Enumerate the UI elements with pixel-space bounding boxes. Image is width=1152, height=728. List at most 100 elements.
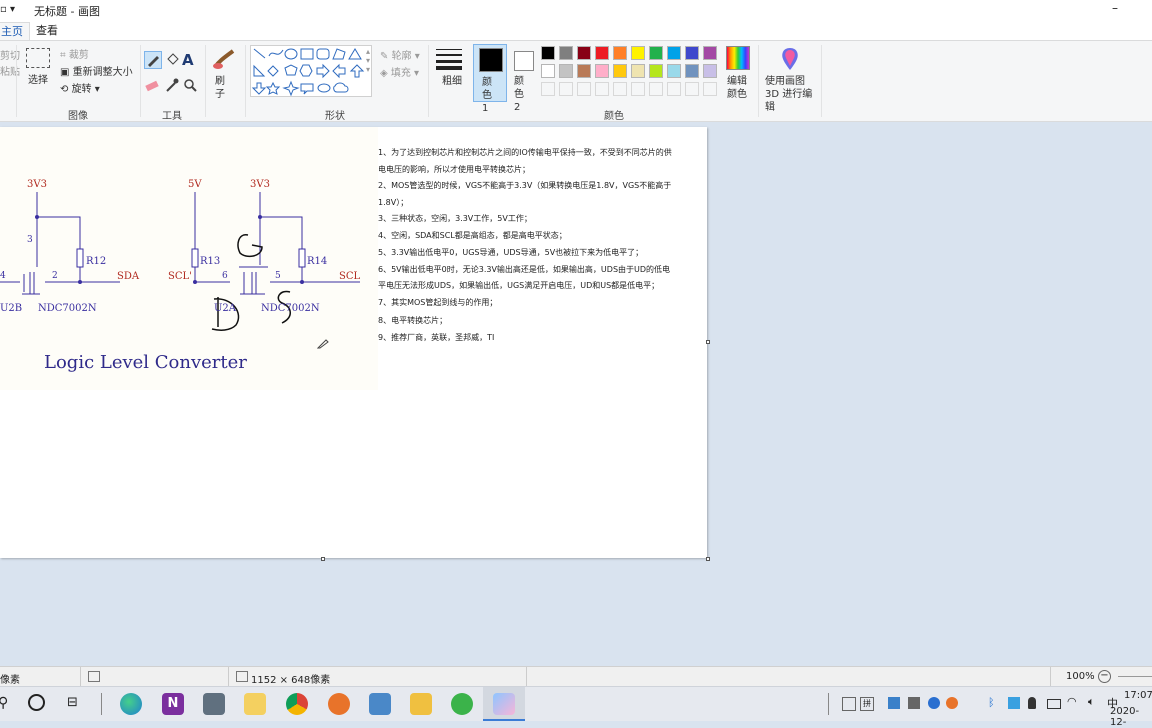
palette-swatch[interactable] xyxy=(541,46,555,60)
quick-access-icon[interactable]: ▫ ▾ xyxy=(0,4,15,15)
palette-swatch[interactable] xyxy=(649,46,663,60)
palette-swatch[interactable] xyxy=(559,46,573,60)
microphone-icon[interactable] xyxy=(1028,697,1036,709)
shapes-scroll-icon[interactable]: ▴ ▾ ▾ xyxy=(366,47,370,74)
label-r14: R14 xyxy=(307,256,328,267)
palette-swatch[interactable] xyxy=(541,64,555,78)
pencil-icon[interactable] xyxy=(144,51,162,69)
wifi-icon[interactable]: ◠ xyxy=(1067,695,1077,708)
palette-swatch[interactable] xyxy=(703,46,717,60)
palette-swatch[interactable] xyxy=(613,64,627,78)
palette-swatch[interactable] xyxy=(559,64,573,78)
palette-empty-swatch[interactable] xyxy=(685,82,699,96)
resize-handle-corner[interactable] xyxy=(706,557,710,561)
palette-empty-swatch[interactable] xyxy=(703,82,717,96)
task-view-icon[interactable]: ⊟ xyxy=(67,695,78,710)
rotate-button[interactable]: ⟲ 旋转 ▾ xyxy=(60,80,100,95)
palette-empty-swatch[interactable] xyxy=(541,82,555,96)
tray-icon-5[interactable] xyxy=(928,697,940,709)
resize-handle-right[interactable] xyxy=(706,340,710,344)
color1-button[interactable]: 颜色 1 xyxy=(473,44,507,114)
brushes-button[interactable]: 刷子 xyxy=(215,75,233,101)
tab-home[interactable]: 主页 xyxy=(0,22,30,40)
palette-swatch[interactable] xyxy=(685,46,699,60)
color-picker-icon[interactable] xyxy=(164,77,182,95)
crop-button[interactable]: ⌗ 裁剪 xyxy=(60,46,89,61)
palette-empty-swatch[interactable] xyxy=(559,82,573,96)
eraser-icon[interactable] xyxy=(144,77,162,95)
palette-swatch[interactable] xyxy=(667,64,681,78)
palette-empty-swatch[interactable] xyxy=(595,82,609,96)
volume-icon[interactable]: 🔈︎ xyxy=(1088,695,1095,709)
note-line: 电电压的影响，所以才使用电平转换芯片； xyxy=(378,165,530,174)
palette-empty-swatch[interactable] xyxy=(613,82,627,96)
paint-icon xyxy=(493,693,515,715)
brush-icon[interactable] xyxy=(211,47,237,71)
palette-swatch[interactable] xyxy=(595,64,609,78)
palette-swatch[interactable] xyxy=(703,64,717,78)
palette-swatch[interactable] xyxy=(649,64,663,78)
text-icon[interactable]: A xyxy=(182,51,200,69)
zoom-slider[interactable] xyxy=(1118,676,1152,677)
line-size-icon[interactable] xyxy=(435,47,463,71)
zoom-out-button[interactable]: − xyxy=(1098,670,1111,683)
magnifier-icon[interactable] xyxy=(182,77,200,95)
edge-browser-icon[interactable] xyxy=(120,693,142,715)
wechat-icon[interactable] xyxy=(451,693,473,715)
palette-swatch[interactable] xyxy=(667,46,681,60)
zoom-level: 100% xyxy=(1066,671,1095,682)
note-line: 平电压无法形成UDS，如果输出低，UGS满足开启电压，UD和US都是低电平； xyxy=(378,281,660,290)
search-app-icon[interactable] xyxy=(328,693,350,715)
label-pin6: 6 xyxy=(222,271,228,281)
tray-icon-6[interactable] xyxy=(946,697,958,709)
palette-swatch[interactable] xyxy=(613,46,627,60)
palette-swatch[interactable] xyxy=(685,64,699,78)
fill-bucket-icon[interactable] xyxy=(164,51,182,69)
cortana-icon[interactable] xyxy=(28,694,45,711)
shapes-gallery[interactable] xyxy=(250,45,372,97)
palette-swatch[interactable] xyxy=(577,64,591,78)
paint-taskbar-button[interactable] xyxy=(483,687,525,721)
note-line: 6、5V输出低电平0时，无论3.3V输出高还是低，如果输出高，UDS由于UD的低… xyxy=(378,265,671,274)
palette-empty-swatch[interactable] xyxy=(577,82,591,96)
paint3d-icon[interactable] xyxy=(779,46,801,72)
tray-icon-1[interactable] xyxy=(842,697,856,711)
palette-empty-swatch[interactable] xyxy=(667,82,681,96)
label-pin2: 2 xyxy=(52,271,58,281)
onenote-icon[interactable]: N xyxy=(162,693,184,715)
app-icon-7[interactable] xyxy=(369,693,391,715)
palette-swatch[interactable] xyxy=(631,64,645,78)
color2-button[interactable]: 颜色 2 xyxy=(511,44,537,113)
paint3d-button[interactable]: 使用画图 3D 进行编辑 xyxy=(765,75,819,114)
resize-button[interactable]: ▣ 重新调整大小 xyxy=(60,63,133,78)
battery-icon[interactable] xyxy=(1047,699,1061,709)
palette-swatch[interactable] xyxy=(577,46,591,60)
fill-button[interactable]: ◈ 填充 ▾ xyxy=(380,64,419,79)
outline-button[interactable]: ✎ 轮廓 ▾ xyxy=(380,47,420,62)
palette-swatch[interactable] xyxy=(595,46,609,60)
select-button[interactable]: 选择 xyxy=(28,74,48,87)
tray-icon-3[interactable] xyxy=(888,697,900,709)
edit-colors-icon[interactable] xyxy=(726,46,750,70)
select-icon[interactable] xyxy=(26,48,50,68)
size-button[interactable]: 粗细 xyxy=(442,75,462,88)
cut-button[interactable]: 剪切 xyxy=(0,47,20,62)
palette-swatch[interactable] xyxy=(631,46,645,60)
tray-icon-4[interactable] xyxy=(908,697,920,709)
edit-colors-button[interactable]: 编辑颜色 xyxy=(727,75,749,101)
file-explorer-icon[interactable] xyxy=(410,693,432,715)
calculator-icon[interactable] xyxy=(203,693,225,715)
palette-empty-swatch[interactable] xyxy=(649,82,663,96)
search-icon[interactable]: ⚲ xyxy=(0,695,8,711)
resize-handle-bottom[interactable] xyxy=(321,557,325,561)
tray-icon-8[interactable] xyxy=(1008,697,1020,709)
label-sda: SDA xyxy=(117,271,140,282)
palette-empty-swatch[interactable] xyxy=(631,82,645,96)
paste-button[interactable]: 粘贴 xyxy=(0,63,20,78)
tab-view[interactable]: 查看 xyxy=(30,22,64,38)
app-icon-4[interactable] xyxy=(244,693,266,715)
ime-icon[interactable]: 拼 xyxy=(860,697,874,711)
bluetooth-icon[interactable]: ᛒ xyxy=(988,696,995,709)
minimize-icon[interactable]: – xyxy=(1112,1,1118,15)
chrome-icon[interactable] xyxy=(286,693,308,715)
